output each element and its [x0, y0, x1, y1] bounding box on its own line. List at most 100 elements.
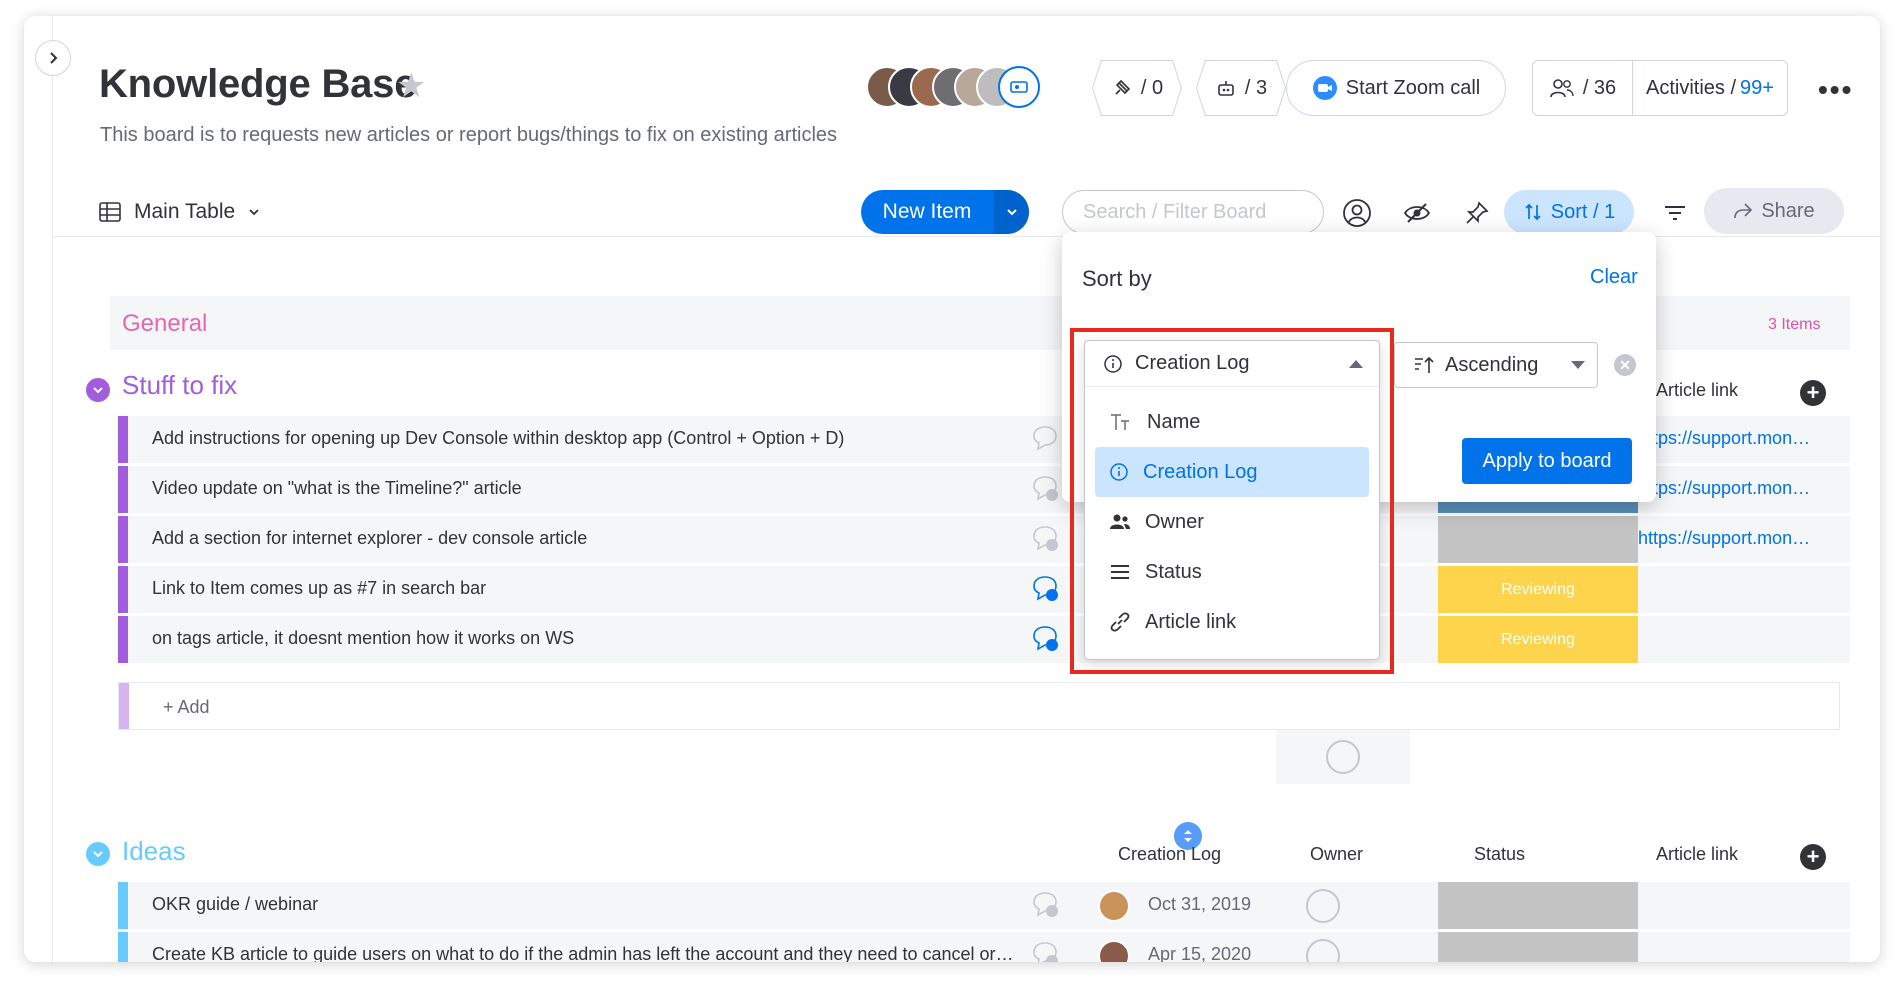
column-header-creation-log[interactable]: Creation Log — [1118, 844, 1221, 865]
filter-icon[interactable] — [1660, 198, 1690, 228]
status-cell[interactable] — [1438, 516, 1638, 563]
article-link-cell[interactable]: https://support.mon… — [1638, 428, 1810, 449]
status-cell[interactable]: Reviewing — [1438, 566, 1638, 613]
more-options-icon[interactable]: ••• — [1818, 74, 1853, 106]
option-label: Name — [1147, 410, 1201, 433]
status-cell[interactable] — [1438, 882, 1638, 929]
item-name[interactable]: Link to Item comes up as #7 in search ba… — [152, 578, 486, 599]
people-icon — [1110, 514, 1130, 529]
table-row[interactable]: Add a section for internet explorer - de… — [118, 516, 1850, 564]
add-item-label[interactable]: + Add — [163, 697, 210, 718]
favorite-star-icon[interactable]: ★ — [396, 66, 426, 106]
creation-date: Apr 15, 2020 — [1148, 944, 1252, 962]
sort-option-article-link[interactable]: Article link — [1095, 597, 1369, 647]
comment-bubble-icon[interactable] — [1030, 890, 1060, 918]
group-title-ideas[interactable]: Ideas — [122, 836, 186, 867]
integrations-count: / 0 — [1140, 76, 1164, 99]
item-name[interactable]: Video update on "what is the Timeline?" … — [152, 478, 522, 499]
item-name[interactable]: OKR guide / webinar — [152, 894, 318, 915]
start-zoom-call-button[interactable]: Start Zoom call — [1286, 60, 1506, 116]
comment-bubble-icon[interactable] — [1030, 424, 1060, 452]
sort-option-creation-log[interactable]: Creation Log — [1095, 447, 1369, 497]
row-color-stripe — [118, 882, 128, 929]
hide-columns-icon[interactable] — [1402, 198, 1432, 228]
general-group-label[interactable]: General — [122, 310, 207, 338]
table-row[interactable]: OKR guide / webinar Oct 31, 2019 — [118, 882, 1850, 930]
row-color-stripe — [119, 683, 129, 729]
article-link-cell[interactable]: https://support.mon… — [1638, 528, 1810, 549]
comment-bubble-icon[interactable] — [1030, 474, 1060, 502]
person-placeholder-icon[interactable] — [1306, 939, 1340, 962]
row-color-stripe — [118, 566, 128, 613]
people-icon — [1550, 79, 1574, 98]
sort-column-select[interactable]: Creation Log — [1085, 341, 1379, 387]
apply-to-board-button[interactable]: Apply to board — [1462, 438, 1632, 484]
add-column-icon[interactable]: + — [1800, 844, 1826, 870]
members-button[interactable]: / 36 — [1533, 61, 1633, 115]
article-link-cell[interactable]: https://support.mon… — [1638, 478, 1810, 499]
board-title[interactable]: Knowledge Base — [99, 62, 416, 107]
person-placeholder-icon[interactable] — [1306, 889, 1340, 923]
column-header-article-link[interactable]: Article link — [1656, 844, 1738, 865]
person-filter-icon[interactable] — [1342, 198, 1372, 228]
sort-button[interactable]: Sort / 1 — [1504, 190, 1634, 234]
table-row[interactable]: Link to Item comes up as #7 in search ba… — [118, 566, 1850, 614]
clear-sort-link[interactable]: Clear — [1590, 266, 1638, 289]
status-cell[interactable] — [1438, 932, 1638, 962]
board-description[interactable]: This board is to requests new articles o… — [100, 124, 837, 147]
status-cell[interactable]: Reviewing — [1438, 616, 1638, 663]
group-collapse-icon[interactable] — [86, 842, 110, 866]
zoom-icon — [1312, 76, 1337, 100]
caret-up-icon — [1349, 360, 1363, 368]
remove-sort-icon[interactable]: ✕ — [1614, 354, 1636, 376]
table-row[interactable]: on tags article, it doesnt mention how i… — [118, 616, 1850, 664]
sort-option-name[interactable]: Name — [1095, 397, 1369, 447]
sort-option-status[interactable]: Status — [1095, 547, 1369, 597]
comment-bubble-icon[interactable] — [1030, 574, 1060, 602]
view-selector[interactable]: Main Table — [98, 186, 261, 238]
chevron-right-icon — [50, 52, 58, 64]
row-color-stripe — [118, 516, 128, 563]
owner-drag-cell — [1276, 730, 1410, 784]
item-name[interactable]: Add instructions for opening up Dev Cons… — [152, 428, 844, 449]
comment-bubble-icon[interactable] — [1030, 624, 1060, 652]
group-collapse-icon[interactable] — [86, 378, 110, 402]
add-column-icon[interactable]: + — [1800, 380, 1826, 406]
info-icon — [1110, 463, 1128, 481]
sort-option-owner[interactable]: Owner — [1095, 497, 1369, 547]
group-title-stuff-to-fix[interactable]: Stuff to fix — [122, 370, 237, 401]
new-item-button[interactable]: New Item — [861, 190, 1029, 234]
new-item-dropdown[interactable] — [993, 190, 1029, 234]
comment-bubble-icon[interactable] — [1030, 940, 1060, 962]
sort-column-dropdown: Creation Log Name Creation Log Owner Sta… — [1084, 340, 1380, 660]
item-name[interactable]: on tags article, it doesnt mention how i… — [152, 628, 574, 649]
column-header-owner[interactable]: Owner — [1310, 844, 1363, 865]
caret-down-icon — [1571, 361, 1585, 369]
new-item-label: New Item — [882, 200, 972, 223]
comment-bubble-icon[interactable] — [1030, 524, 1060, 552]
option-label: Article link — [1145, 610, 1237, 633]
column-header-article-link[interactable]: Article link — [1656, 380, 1738, 401]
activities-button[interactable]: Activities / 99+ — [1633, 77, 1787, 100]
table-row[interactable]: Create KB article to guide users on what… — [118, 932, 1850, 962]
search-input[interactable]: Search / Filter Board — [1062, 190, 1324, 234]
column-header-status[interactable]: Status — [1474, 844, 1525, 865]
members-activities-box: / 36 Activities / 99+ — [1532, 60, 1788, 116]
items-count: 3 Items — [1768, 316, 1821, 333]
item-name[interactable]: Add a section for internet explorer - de… — [152, 528, 587, 549]
board-window: Knowledge Base ★ This board is to reques… — [24, 16, 1880, 962]
sort-direction-select[interactable]: Ascending — [1394, 342, 1598, 388]
row-color-stripe — [118, 416, 128, 463]
status-lines-icon — [1111, 565, 1129, 579]
automations-button[interactable]: / 3 — [1196, 60, 1286, 116]
share-button[interactable]: Share — [1704, 188, 1844, 234]
board-subscribers[interactable] — [866, 66, 1042, 108]
sort-column-value: Creation Log — [1135, 352, 1250, 374]
integrations-button[interactable]: / 0 — [1092, 60, 1182, 116]
row-color-stripe — [118, 932, 128, 962]
pin-icon[interactable] — [1462, 198, 1492, 228]
expand-sidebar-button[interactable] — [35, 40, 71, 76]
add-item-row[interactable]: + Add — [118, 682, 1840, 730]
item-name[interactable]: Create KB article to guide users on what… — [152, 944, 1014, 962]
chevron-down-icon — [249, 209, 259, 216]
